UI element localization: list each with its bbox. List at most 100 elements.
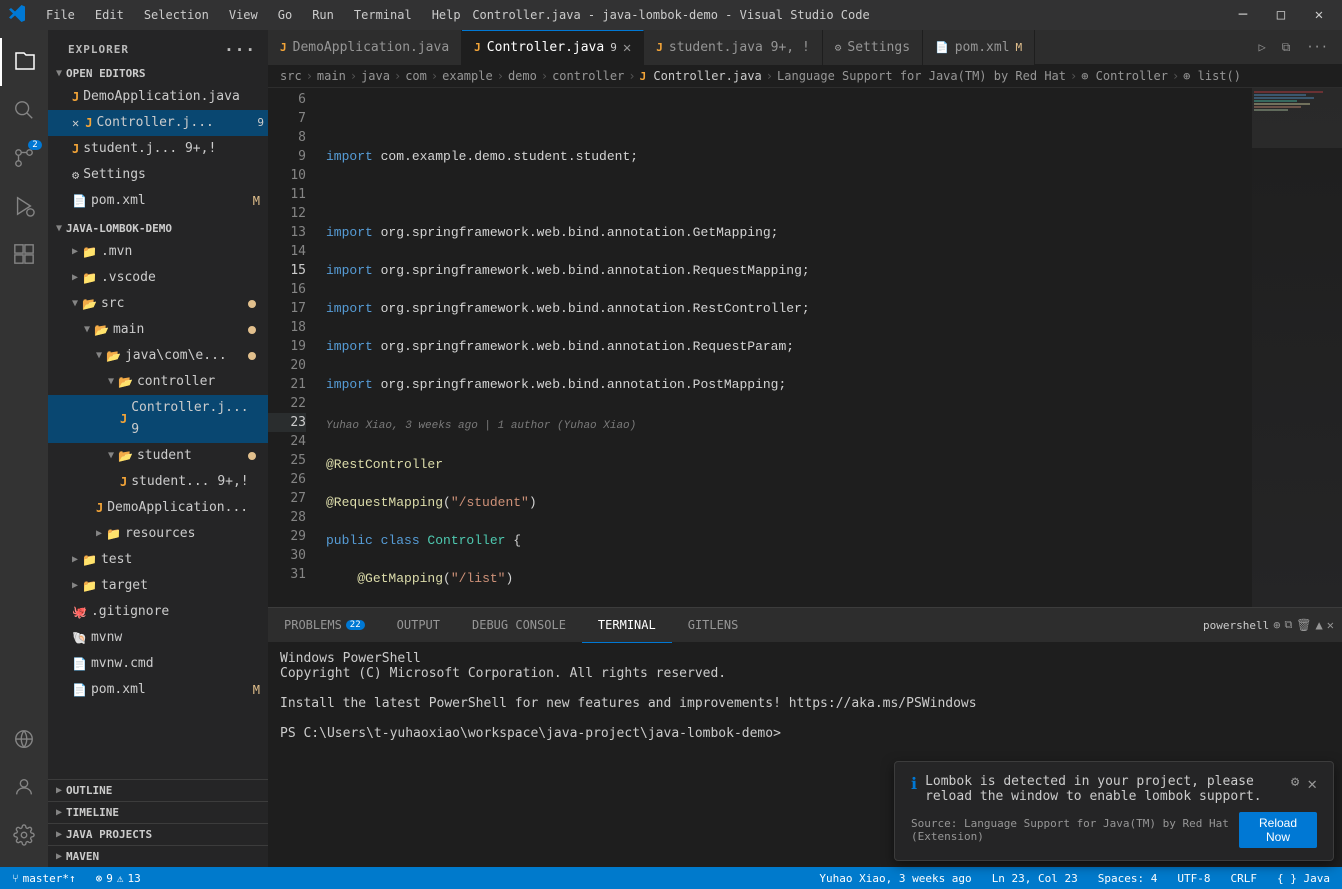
file-mvnw-cmd[interactable]: 📄 mvnw.cmd xyxy=(48,651,268,677)
terminal-line xyxy=(280,711,1330,726)
java-icon: J xyxy=(96,497,103,519)
menu-view[interactable]: View xyxy=(221,6,266,24)
folder-mvn[interactable]: ▶ 📁 .mvn xyxy=(48,239,268,265)
language-status[interactable]: { } Java xyxy=(1273,872,1334,885)
error-warning-status[interactable]: ⊗ 9 ⚠ 13 xyxy=(92,872,145,885)
file-pom-xml[interactable]: 📄 pom.xml M xyxy=(48,677,268,703)
reload-now-button[interactable]: Reload Now xyxy=(1239,812,1317,848)
menu-go[interactable]: Go xyxy=(270,6,300,24)
open-editor-pom[interactable]: 📄 pom.xml M xyxy=(48,188,268,214)
run-debug-icon[interactable] xyxy=(0,182,48,230)
kill-terminal-icon[interactable]: 🗑 xyxy=(1296,618,1311,632)
modified-badge: M xyxy=(253,190,260,212)
breadcrumb-com[interactable]: com xyxy=(405,69,427,83)
tab-problems[interactable]: PROBLEMS 22 xyxy=(268,608,381,643)
open-editors-label: OPEN EDITORS xyxy=(66,67,145,80)
open-editors-section[interactable]: ▼ OPEN EDITORS xyxy=(48,63,268,84)
open-editor-settings[interactable]: ⚙ Settings xyxy=(48,162,268,188)
tab-close-button[interactable]: ✕ xyxy=(623,40,631,56)
source-control-icon[interactable]: 2 xyxy=(0,134,48,182)
tab-demo-application[interactable]: J DemoApplication.java xyxy=(268,30,462,65)
code-line: @RequestMapping("/student") xyxy=(326,493,1252,512)
sidebar-more-icon[interactable]: ··· xyxy=(224,40,256,59)
menu-file[interactable]: File xyxy=(38,6,83,24)
settings-gear-icon[interactable] xyxy=(0,811,48,859)
file-gitignore[interactable]: 🐙 .gitignore xyxy=(48,599,268,625)
folder-main[interactable]: ▼ 📂 main xyxy=(48,317,268,343)
project-section[interactable]: ▼ JAVA-LOMBOK-DEMO xyxy=(48,218,268,239)
tab-debug-console[interactable]: DEBUG CONSOLE xyxy=(456,608,582,643)
panel-actions: powershell ⊕ ⧉ 🗑 ▲ ✕ xyxy=(1203,618,1342,632)
folder-student[interactable]: ▼ 📂 student xyxy=(48,443,268,469)
account-icon[interactable] xyxy=(0,763,48,811)
breadcrumb-lang-support[interactable]: Language Support for Java(TM) by Red Hat xyxy=(777,69,1066,83)
line-endings-status[interactable]: CRLF xyxy=(1227,872,1262,885)
open-editor-controller[interactable]: ✕ J Controller.j... 9 xyxy=(48,110,268,136)
error-count: 9 xyxy=(106,872,113,885)
tab-output[interactable]: OUTPUT xyxy=(381,608,456,643)
code-editor[interactable]: 6 7 8 9 10 11 12 13 14 15 16 17 18 19 20… xyxy=(268,88,1342,607)
close-button[interactable]: ✕ xyxy=(1304,5,1334,25)
breadcrumb-file[interactable]: J Controller.java xyxy=(640,69,762,83)
folder-src[interactable]: ▼ 📂 src xyxy=(48,291,268,317)
breadcrumb-demo[interactable]: demo xyxy=(508,69,537,83)
breadcrumb-list-method[interactable]: ⊕ list() xyxy=(1183,69,1241,83)
tab-controller[interactable]: J Controller.java 9 ✕ xyxy=(462,30,644,65)
remote-explorer-icon[interactable] xyxy=(0,715,48,763)
maven-header[interactable]: ▶ MAVEN xyxy=(48,846,268,867)
search-icon[interactable] xyxy=(0,86,48,134)
code-content[interactable]: import com.example.demo.student.student;… xyxy=(318,88,1252,607)
tab-settings[interactable]: ⚙ Settings xyxy=(823,30,923,65)
folder-java-com[interactable]: ▼ 📂 java\com\e... xyxy=(48,343,268,369)
cursor-position-status[interactable]: Ln 23, Col 23 xyxy=(988,872,1082,885)
file-demo-application[interactable]: J DemoApplication... xyxy=(48,495,268,521)
minimize-button[interactable]: ─ xyxy=(1228,5,1258,25)
tab-gitlens[interactable]: GITLENS xyxy=(672,608,755,643)
tab-bar-actions: ▷ ⧉ ··· xyxy=(1253,36,1342,59)
add-terminal-icon[interactable]: ⊕ xyxy=(1273,618,1280,632)
breadcrumb-java[interactable]: java xyxy=(361,69,390,83)
split-terminal-icon[interactable]: ⧉ xyxy=(1284,618,1292,632)
git-branch-status[interactable]: ⑂ master*↑ xyxy=(8,872,80,885)
open-editor-demo-application[interactable]: J DemoApplication.java xyxy=(48,84,268,110)
folder-controller[interactable]: ▼ 📂 controller xyxy=(48,369,268,395)
menu-run[interactable]: Run xyxy=(304,6,342,24)
file-student-java[interactable]: J student... 9+,! xyxy=(48,469,268,495)
close-icon[interactable]: ✕ xyxy=(72,112,79,134)
java-projects-header[interactable]: ▶ JAVA PROJECTS xyxy=(48,824,268,845)
menu-edit[interactable]: Edit xyxy=(87,6,132,24)
folder-test[interactable]: ▶ 📁 test xyxy=(48,547,268,573)
folder-resources[interactable]: ▶ 📁 resources xyxy=(48,521,268,547)
run-action-icon[interactable]: ▷ xyxy=(1253,36,1272,58)
tab-pom[interactable]: 📄 pom.xml M xyxy=(923,30,1035,65)
explorer-icon[interactable] xyxy=(0,38,48,86)
file-controller-java[interactable]: J Controller.j... 9 xyxy=(48,395,268,443)
breadcrumb-src[interactable]: src xyxy=(280,69,302,83)
breadcrumb-example[interactable]: example xyxy=(442,69,493,83)
encoding-status[interactable]: UTF-8 xyxy=(1173,872,1214,885)
extensions-icon[interactable] xyxy=(0,230,48,278)
file-mvnw[interactable]: 🐚 mvnw xyxy=(48,625,268,651)
tab-terminal[interactable]: TERMINAL xyxy=(582,608,672,643)
menu-terminal[interactable]: Terminal xyxy=(346,6,420,24)
close-panel-icon[interactable]: ✕ xyxy=(1327,618,1334,632)
maximize-button[interactable]: □ xyxy=(1266,5,1296,25)
menu-selection[interactable]: Selection xyxy=(136,6,217,24)
menu-help[interactable]: Help xyxy=(424,6,469,24)
folder-target[interactable]: ▶ 📁 target xyxy=(48,573,268,599)
indentation-status[interactable]: Spaces: 4 xyxy=(1094,872,1162,885)
breadcrumb-controller[interactable]: controller xyxy=(552,69,624,83)
git-blame-status[interactable]: Yuhao Xiao, 3 weeks ago xyxy=(815,872,975,885)
maximize-panel-icon[interactable]: ▲ xyxy=(1316,618,1323,632)
notification-close-icon[interactable]: ✕ xyxy=(1307,774,1317,793)
split-editor-icon[interactable]: ⧉ xyxy=(1276,36,1297,59)
tab-student[interactable]: J student.java 9+, ! xyxy=(644,30,823,65)
outline-header[interactable]: ▶ OUTLINE xyxy=(48,780,268,801)
folder-vscode[interactable]: ▶ 📁 .vscode xyxy=(48,265,268,291)
breadcrumb-main[interactable]: main xyxy=(317,69,346,83)
timeline-header[interactable]: ▶ TIMELINE xyxy=(48,802,268,823)
notification-settings-icon[interactable]: ⚙ xyxy=(1291,774,1299,790)
breadcrumb-controller-class[interactable]: ⊕ Controller xyxy=(1081,69,1168,83)
open-editor-student[interactable]: J student.j... 9+,! xyxy=(48,136,268,162)
more-actions-icon[interactable]: ··· xyxy=(1300,36,1334,58)
